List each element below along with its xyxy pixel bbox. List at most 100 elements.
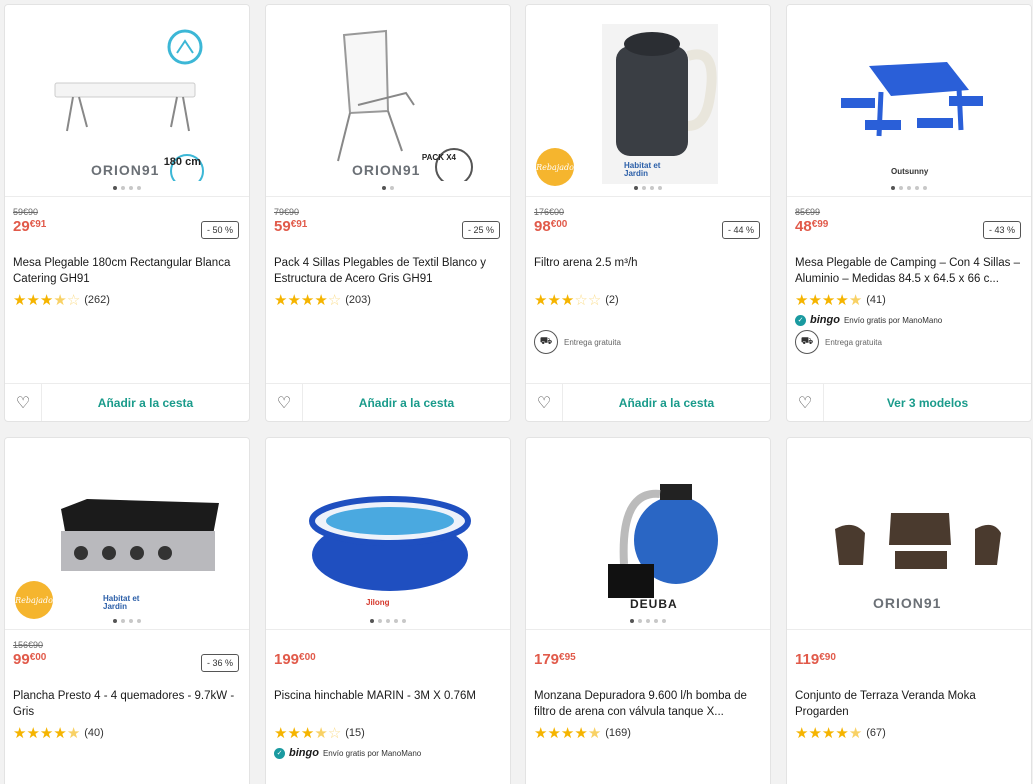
brand-logo: Jilong [366, 598, 390, 607]
carousel-dots[interactable] [266, 186, 510, 190]
sale-badge: Rebajado [536, 148, 574, 186]
rating[interactable]: ★ ★ ★ ☆ ☆ (2) [526, 287, 770, 309]
star-icon: ★ [287, 291, 301, 309]
product-card[interactable]: Rebajado Habitat et Jardin 156€90 99€00 … [4, 437, 250, 784]
add-to-cart-button[interactable]: Añadir a la cesta [303, 384, 510, 421]
product-title[interactable]: Plancha Presto 4 - 4 quemadores - 9.7kW … [5, 688, 249, 720]
product-title[interactable]: Monzana Depuradora 9.600 l/h bomba de fi… [526, 688, 770, 720]
delivery-info: ⛟ Entrega gratuita [787, 327, 1031, 354]
star-icon: ★ [13, 724, 27, 742]
star-icon: ★ [300, 291, 315, 309]
product-image[interactable]: ORION91 PACK X4 [266, 5, 510, 197]
star-empty-icon: ☆ [327, 291, 342, 309]
product-title[interactable]: Mesa Plegable 180cm Rectangular Blanca C… [5, 255, 249, 287]
heart-outline-icon[interactable]: ♡ [5, 384, 42, 421]
star-half-icon: ★ [848, 724, 863, 742]
bingo-label: bingo [810, 314, 840, 326]
brand-logo: ORION91 [91, 162, 160, 178]
bingo-shipping: ✓ bingo Envío gratis por ManoMano [787, 309, 1031, 327]
card-footer: ♡ Añadir a la cesta [526, 383, 770, 421]
product-card[interactable]: Jilong 199€00 Piscina hinchable MARIN - … [265, 437, 511, 784]
star-icon: ★ [547, 724, 561, 742]
star-half-icon: ★ [66, 724, 81, 742]
current-price: 179€95 [534, 651, 576, 668]
old-price [274, 640, 502, 651]
rating[interactable]: ★ ★ ★ ★ ★ (41) [787, 287, 1031, 309]
star-icon: ★ [39, 291, 54, 309]
star-rating: ★ ★ ★ ☆ ☆ [534, 293, 601, 308]
carousel-dots[interactable] [5, 186, 249, 190]
carousel-dots[interactable] [526, 186, 770, 190]
product-card[interactable]: DEUBA 179€95 Monzana Depuradora 9.600 l/… [525, 437, 771, 784]
product-title[interactable]: Piscina hinchable MARIN - 3M X 0.76M [266, 688, 510, 720]
rating[interactable]: ★ ★ ★ ★ ★ (67) [787, 720, 1031, 742]
old-price: 156€90 [13, 640, 44, 650]
product-card[interactable]: ORION91 180 cm 59€90 29€91 - 50 % Mesa P… [4, 4, 250, 422]
product-title[interactable]: Conjunto de Terraza Veranda Moka Progard… [787, 688, 1031, 720]
discount-badge: - 25 % [461, 221, 500, 239]
product-title[interactable]: Mesa Plegable de Camping – Con 4 Sillas … [787, 255, 1031, 287]
product-card[interactable]: ORION91 PACK X4 79€90 59€91 - 25 % Pack … [265, 4, 511, 422]
rating[interactable]: ★ ★ ★ ★ ☆ (262) [5, 287, 249, 309]
see-models-button[interactable]: Ver 3 modelos [824, 384, 1031, 421]
star-icon: ★ [574, 724, 588, 742]
star-rating: ★ ★ ★ ★ ★ [795, 293, 862, 308]
review-count: (15) [345, 727, 365, 739]
star-empty-icon: ☆ [66, 291, 81, 309]
star-empty-icon: ☆ [574, 291, 588, 309]
product-card[interactable]: Rebajado Habitat et Jardin 176€00 98€00 … [525, 4, 771, 422]
heart-outline-icon[interactable]: ♡ [787, 384, 824, 421]
folding-table-image [54, 29, 204, 181]
star-rating: ★ ★ ★ ★ ☆ [13, 293, 80, 308]
brand-logo: Habitat et Jardin [103, 594, 140, 611]
pool-image [309, 495, 471, 591]
product-title[interactable]: Filtro arena 2.5 m³/h [526, 255, 770, 287]
star-rating: ★ ★ ★ ★ ★ [534, 726, 601, 741]
add-to-cart-button[interactable]: Añadir a la cesta [563, 384, 770, 421]
carousel-dots[interactable] [266, 619, 510, 623]
sale-badge: Rebajado [15, 581, 53, 619]
add-to-cart-button[interactable]: Añadir a la cesta [42, 384, 249, 421]
review-count: (169) [605, 727, 631, 739]
star-icon: ★ [13, 291, 27, 309]
price-block: 176€00 98€00 - 44 % [526, 197, 770, 255]
rating[interactable]: ★ ★ ★ ★ ☆ (203) [266, 287, 510, 309]
rating[interactable]: ★ ★ ★ ★ ☆ (15) [266, 720, 510, 742]
product-image[interactable]: DEUBA [526, 438, 770, 630]
product-image[interactable]: Jilong [266, 438, 510, 630]
camping-table-image [841, 61, 983, 136]
brand-logo: ORION91 [873, 595, 942, 611]
product-image[interactable]: Rebajado Habitat et Jardin [5, 438, 249, 630]
bingo-label: bingo [289, 747, 319, 759]
carousel-dots[interactable] [787, 186, 1031, 190]
heart-outline-icon[interactable]: ♡ [526, 384, 563, 421]
heart-outline-icon[interactable]: ♡ [266, 384, 303, 421]
old-price: 85€99 [795, 207, 821, 217]
star-icon: ★ [547, 291, 561, 309]
product-card[interactable]: ORION91 119€90 Conjunto de Terraza Veran… [786, 437, 1032, 784]
star-icon: ★ [274, 291, 288, 309]
rating[interactable]: ★ ★ ★ ★ ★ (40) [5, 720, 249, 742]
star-empty-icon: ☆ [587, 291, 602, 309]
rating[interactable]: ★ ★ ★ ★ ★ (169) [526, 720, 770, 742]
price-block: 156€90 99€00 - 36 % [5, 630, 249, 688]
star-icon: ★ [821, 291, 836, 309]
carousel-dots[interactable] [526, 619, 770, 623]
pack-overlay: PACK X4 [421, 153, 456, 162]
product-title[interactable]: Pack 4 Sillas Plegables de Textil Blanco… [266, 255, 510, 287]
product-card[interactable]: Outsunny 85€99 48€99 - 43 % Mesa Plegabl… [786, 4, 1032, 422]
review-count: (41) [866, 294, 886, 306]
carousel-dots[interactable] [5, 619, 249, 623]
terrace-set-image [835, 512, 1001, 569]
star-half-icon: ★ [587, 724, 602, 742]
current-price: 199€00 [274, 651, 316, 668]
star-icon: ★ [534, 724, 548, 742]
price-block: 59€90 29€91 - 50 % [5, 197, 249, 255]
product-image[interactable]: ORION91 180 cm [5, 5, 249, 197]
product-image[interactable]: ORION91 [787, 438, 1031, 630]
product-image[interactable]: Outsunny [787, 5, 1031, 197]
star-icon: ★ [795, 724, 809, 742]
star-icon: ★ [53, 724, 67, 742]
star-icon: ★ [300, 724, 315, 742]
product-image[interactable]: Rebajado Habitat et Jardin [526, 5, 770, 197]
